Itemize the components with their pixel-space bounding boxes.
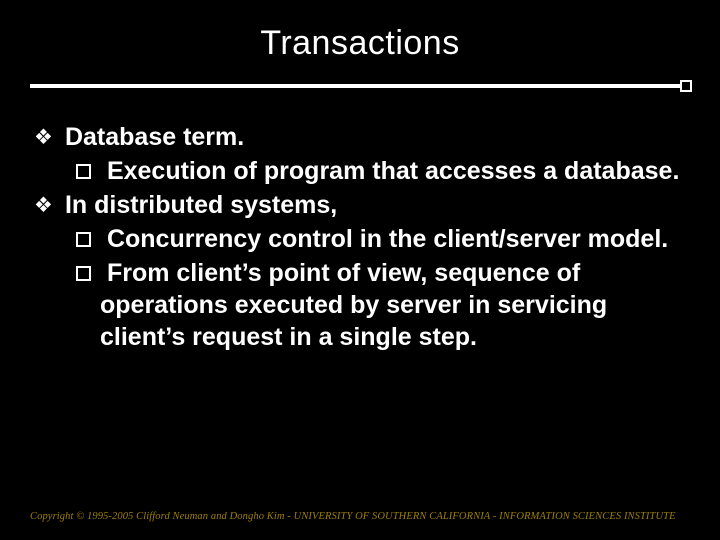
bullet-level2: Concurrency control in the client/server…: [34, 223, 690, 255]
copyright-footer: Copyright © 1995-2005 Clifford Neuman an…: [30, 511, 676, 522]
bullet-level1: Database term.: [34, 121, 690, 153]
rule-endcap-icon: [680, 80, 692, 92]
bullet-text: Concurrency control in the client/server…: [107, 225, 668, 253]
slide: Transactions Database term. Execution of…: [0, 0, 720, 540]
bullet-text: Database term.: [65, 123, 244, 151]
bullet-text: In distributed systems,: [65, 191, 337, 219]
bullet-level2: From client’s point of view, sequence of…: [34, 257, 690, 353]
title-rule: [30, 81, 690, 91]
bullet-text: Execution of program that accesses a dat…: [107, 157, 679, 185]
slide-title: Transactions: [30, 24, 690, 63]
slide-content: Database term. Execution of program that…: [30, 121, 690, 353]
rule-line: [30, 84, 690, 88]
bullet-text: From client’s point of view, sequence of…: [100, 259, 607, 351]
bullet-level1: In distributed systems,: [34, 189, 690, 221]
bullet-level2: Execution of program that accesses a dat…: [34, 155, 690, 187]
